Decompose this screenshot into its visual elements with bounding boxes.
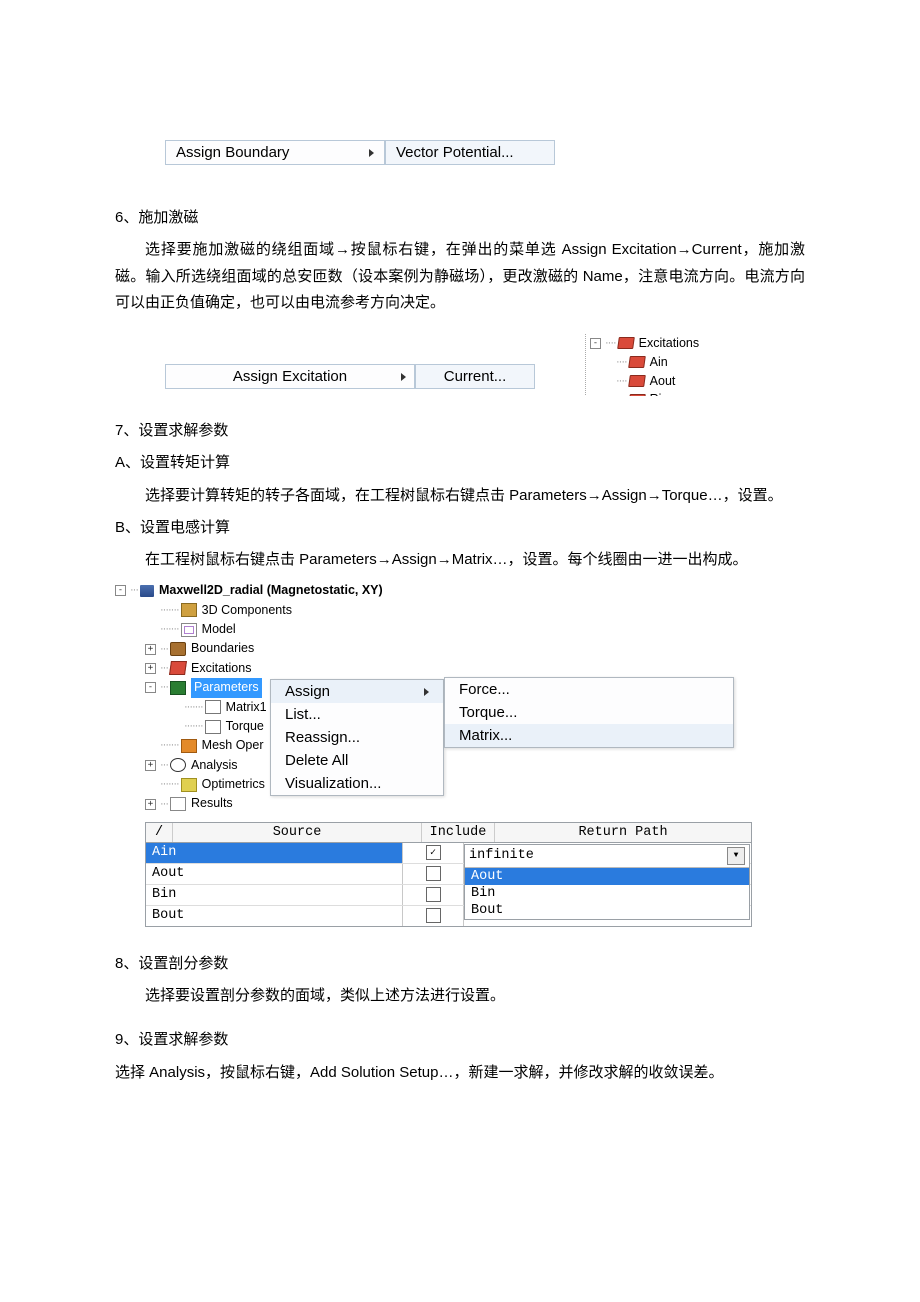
assign-boundary-label: Assign Boundary: [176, 144, 289, 161]
include-checkbox[interactable]: [426, 866, 441, 881]
submenu-matrix[interactable]: Matrix...: [445, 724, 733, 747]
section-7a-title: A、设置转矩计算: [115, 450, 805, 476]
matrix-source-table: / Source Include Return Path Ain ✓ Aout …: [145, 822, 752, 927]
expand-icon[interactable]: +: [145, 644, 156, 655]
current-label: Current...: [444, 368, 507, 385]
magnet-icon: [617, 337, 635, 349]
dropdown-option[interactable]: Bout: [465, 902, 749, 919]
vector-potential-label: Vector Potential...: [396, 144, 514, 161]
tree-root-label: Maxwell2D_radial (Magnetostatic, XY): [159, 581, 383, 600]
assign-submenu: Force... Torque... Matrix...: [444, 677, 734, 748]
header-return-path: Return Path: [495, 823, 751, 842]
assign-excitation-item[interactable]: Assign Excitation: [165, 364, 415, 389]
menu-reassign[interactable]: Reassign...: [271, 726, 443, 749]
section-9-text: 选择 Analysis，按鼠标右键，Add Solution Setup…，新建…: [115, 1060, 805, 1086]
include-checkbox[interactable]: ✓: [426, 845, 441, 860]
section-7-title: 7、设置求解参数: [115, 418, 805, 444]
current-item[interactable]: Current...: [415, 364, 535, 389]
chevron-right-icon: [401, 373, 406, 381]
section-7b-text: 在工程树鼠标右键点击 Parameters→Assign→Matrix…，设置。…: [115, 547, 805, 573]
include-checkbox[interactable]: [426, 887, 441, 902]
section-6-title: 6、施加激磁: [115, 205, 805, 231]
collapse-icon[interactable]: -: [145, 682, 156, 693]
menu-assign[interactable]: Assign: [271, 680, 443, 703]
submenu-torque[interactable]: Torque...: [445, 701, 733, 724]
return-path-dropdown[interactable]: infinite ▼ Aout Bin Bout: [464, 844, 750, 920]
header-include: Include: [422, 823, 495, 842]
menu-delete-all[interactable]: Delete All: [271, 749, 443, 772]
submenu-force[interactable]: Force...: [445, 678, 733, 701]
boundaries-icon: [170, 642, 186, 656]
optimetrics-icon: [181, 778, 197, 792]
header-source: Source: [173, 823, 422, 842]
magnet-icon: [628, 394, 646, 396]
section-8-title: 8、设置剖分参数: [115, 951, 805, 977]
dropdown-list: Aout Bin Bout: [465, 868, 749, 919]
section-7a-text: 选择要计算转矩的转子各面域，在工程树鼠标右键点击 Parameters→Assi…: [115, 483, 805, 509]
assign-boundary-menu: Assign Boundary Vector Potential...: [165, 140, 805, 165]
source-cell: Bin: [146, 885, 403, 905]
section-8-text: 选择要设置剖分参数的面域，类似上述方法进行设置。: [115, 983, 805, 1009]
mesh-icon: [181, 739, 197, 753]
magnet-icon: [169, 661, 187, 675]
vector-potential-item[interactable]: Vector Potential...: [385, 140, 555, 165]
chevron-right-icon: [424, 688, 429, 696]
analysis-icon: [170, 758, 186, 772]
assign-excitation-menu: Assign Excitation Current...: [165, 364, 535, 389]
tree-3d-components[interactable]: ······· 3D Components: [115, 601, 735, 620]
expand-icon[interactable]: +: [145, 663, 156, 674]
dropdown-option[interactable]: Aout: [465, 868, 749, 885]
tree-boundaries[interactable]: +··· Boundaries: [115, 639, 735, 658]
parameters-label: Parameters: [191, 678, 262, 697]
parameters-context-menu: Assign List... Reassign... Delete All Vi…: [270, 679, 444, 796]
expand-icon[interactable]: +: [145, 799, 156, 810]
expand-icon[interactable]: +: [145, 760, 156, 771]
model-icon: [181, 623, 197, 637]
assign-excitation-label: Assign Excitation: [233, 368, 347, 385]
assign-boundary-item[interactable]: Assign Boundary: [165, 140, 385, 165]
components-icon: [181, 603, 197, 617]
section-9-title: 9、设置求解参数: [115, 1027, 805, 1053]
chevron-down-icon[interactable]: ▼: [727, 847, 745, 865]
project-tree-panel: - ··· Maxwell2D_radial (Magnetostatic, X…: [115, 581, 735, 814]
section-7b-title: B、设置电感计算: [115, 515, 805, 541]
source-cell: Bout: [146, 906, 403, 926]
results-icon: [170, 797, 186, 811]
magnet-icon: [628, 356, 646, 368]
dropdown-value: infinite: [469, 848, 534, 863]
parameters-icon: [170, 681, 186, 695]
section-6-text: 选择要施加激磁的绕组面域→按鼠标右键，在弹出的菜单选 Assign Excita…: [115, 237, 805, 316]
source-cell: Ain: [146, 843, 403, 863]
collapse-icon[interactable]: -: [115, 585, 126, 596]
excitations-mini-tree: - ···· Excitations ···· Ain ···· Aout ··…: [585, 334, 805, 396]
tree-model[interactable]: ······· Model: [115, 620, 735, 639]
menu-visualization[interactable]: Visualization...: [271, 772, 443, 795]
include-checkbox[interactable]: [426, 908, 441, 923]
table-header: / Source Include Return Path: [146, 823, 751, 843]
excitation-item[interactable]: Ain: [650, 353, 668, 372]
collapse-icon[interactable]: -: [590, 338, 601, 349]
tree-root[interactable]: - ··· Maxwell2D_radial (Magnetostatic, X…: [115, 581, 735, 600]
magnet-icon: [628, 375, 646, 387]
chevron-right-icon: [369, 149, 374, 157]
excitations-root-label: Excitations: [639, 334, 699, 353]
menu-list[interactable]: List...: [271, 703, 443, 726]
tree-excitations[interactable]: +··· Excitations: [115, 659, 735, 678]
maxwell-icon: [140, 585, 154, 597]
matrix-icon: [205, 700, 221, 714]
excitation-item[interactable]: Rin: [650, 390, 669, 396]
dropdown-option[interactable]: Bin: [465, 885, 749, 902]
tree-results[interactable]: +··· Results: [115, 794, 735, 813]
torque-icon: [205, 720, 221, 734]
source-cell: Aout: [146, 864, 403, 884]
excitation-item[interactable]: Aout: [650, 372, 676, 391]
header-slash: /: [146, 823, 173, 842]
